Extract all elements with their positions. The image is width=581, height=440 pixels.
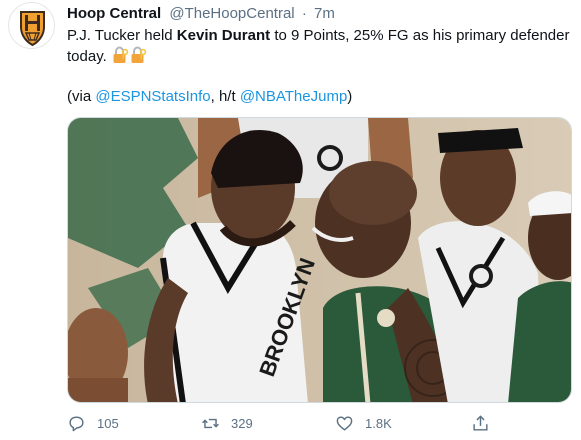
tweet-header: Hoop Central @TheHoopCentral · 7m [67,4,335,24]
hoop-central-logo [20,11,45,47]
retweet-icon [202,418,219,428]
tweet-actions-bar: 105 329 1.8K [67,411,572,435]
share-icon [473,414,488,431]
retweet-count: 329 [231,415,253,431]
text-part: P.J. Tucker held [67,27,177,44]
locked-with-key-icon [131,46,147,63]
reply-icon [69,415,84,431]
reply-count: 105 [97,415,119,431]
text-bold-name: Kevin Durant [176,27,271,44]
retweet-button[interactable]: 329 [201,411,253,435]
text-part: (via [67,88,96,105]
tweet-media-photo[interactable]: BROOKLYN [67,117,572,403]
tweet-credit-line: (via @ESPNStatsInfo, h/t @NBATheJump) [67,87,352,107]
like-button[interactable]: 1.8K [335,411,392,435]
locked-with-key-icon [113,46,129,63]
display-name[interactable]: Hoop Central [67,5,161,22]
heart-icon [336,415,353,431]
share-button[interactable] [471,411,490,435]
tweet-card[interactable]: Hoop Central @TheHoopCentral · 7m P.J. T… [0,0,581,440]
timestamp[interactable]: 7m [314,5,335,22]
separator-dot: · [301,5,307,22]
text-part: , h/t [210,88,240,105]
tweet-text: P.J. Tucker held Kevin Durant to 9 Point… [67,25,572,67]
avatar[interactable] [8,2,55,49]
photo-illustration: BROOKLYN [68,118,571,402]
user-handle[interactable]: @TheHoopCentral [169,5,294,22]
text-part: ) [347,88,353,105]
reply-button[interactable]: 105 [67,411,119,435]
mention-nbathejump[interactable]: @NBATheJump [240,88,347,105]
like-count: 1.8K [365,415,392,431]
mention-espnstatsinfo[interactable]: @ESPNStatsInfo [95,88,210,105]
